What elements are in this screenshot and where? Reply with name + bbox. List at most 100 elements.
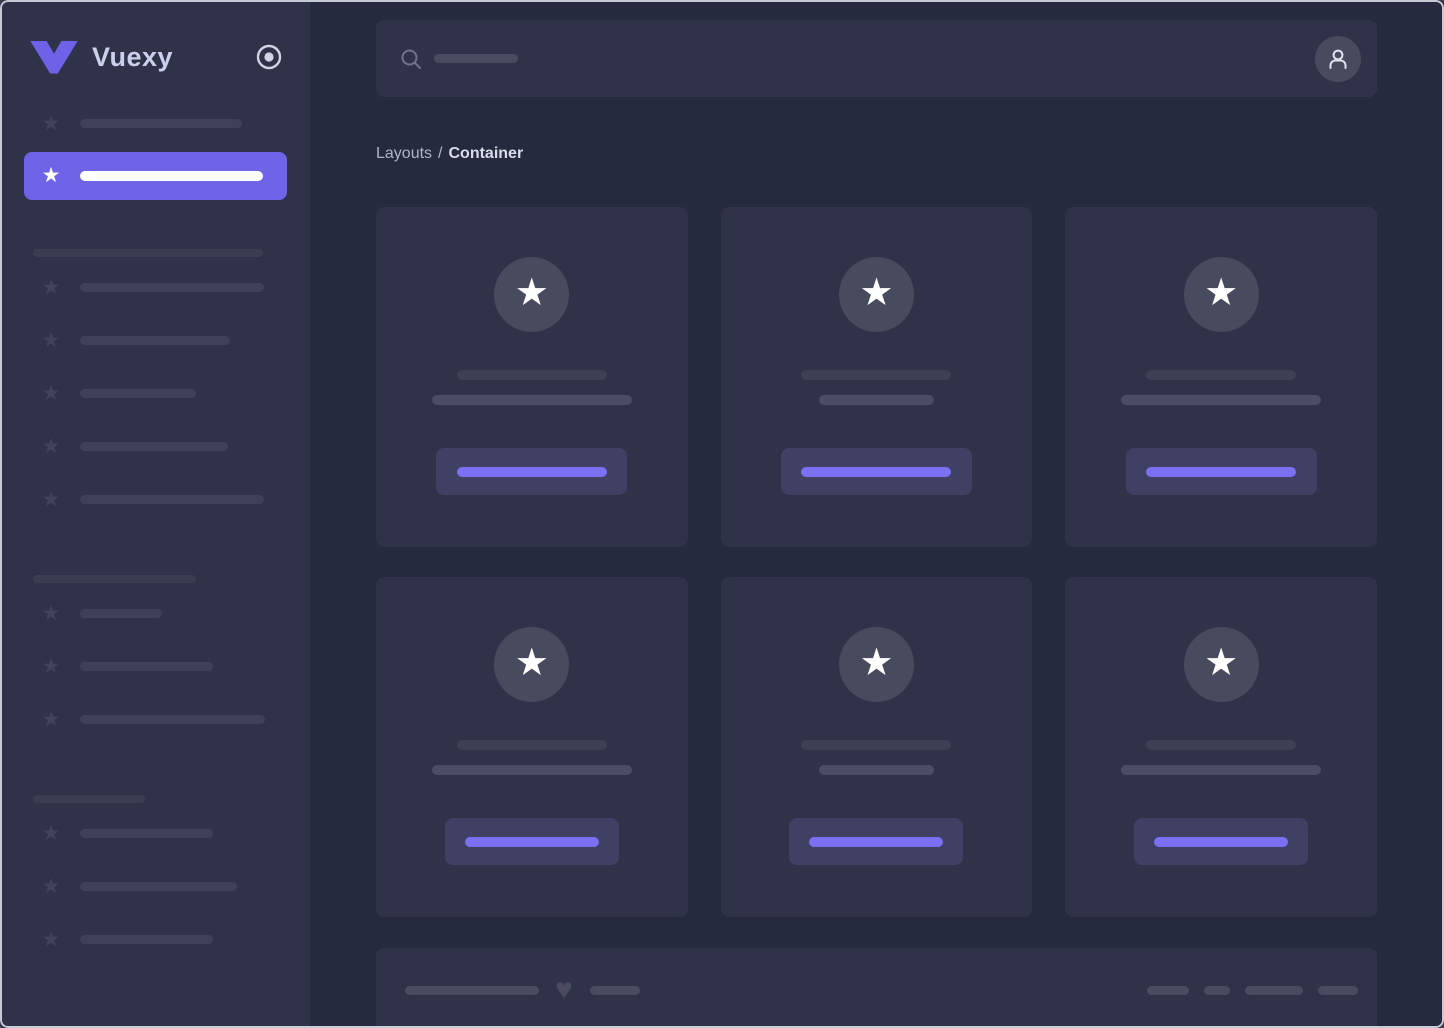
- breadcrumb-separator: /: [438, 145, 443, 162]
- card-title-placeholder: [1146, 370, 1297, 380]
- card-button[interactable]: [780, 448, 972, 495]
- menu-label-placeholder: [80, 935, 213, 944]
- footer-link-placeholder[interactable]: [1204, 985, 1230, 995]
- star-icon: ★: [41, 381, 61, 405]
- sidebar-header: Vuexy: [0, 0, 310, 97]
- sidebar-item[interactable]: ★: [0, 913, 310, 966]
- star-icon: ★: [41, 601, 61, 625]
- button-label-placeholder: [456, 466, 607, 477]
- card-subtitle-placeholder: [1121, 395, 1322, 405]
- card-title-placeholder: [801, 740, 952, 750]
- star-icon: ★: [41, 707, 61, 731]
- card-button[interactable]: [436, 448, 628, 495]
- vuexy-logo-icon: [30, 40, 78, 74]
- person-icon: [1329, 49, 1347, 69]
- card-grid: ★ ★ ★ ★ ★ ★: [376, 207, 1377, 917]
- card-button[interactable]: [1134, 818, 1309, 865]
- sidebar-nav: ★ ★ ★ ★ ★ ★ ★ ★ ★ ★ ★ ★ ★: [0, 97, 310, 966]
- star-icon: ★: [41, 821, 61, 845]
- placeholder-card: ★: [1065, 577, 1377, 917]
- card-button[interactable]: [789, 818, 964, 865]
- button-label-placeholder: [1154, 836, 1289, 847]
- menu-label-placeholder: [80, 662, 213, 671]
- sidebar-item[interactable]: ★: [0, 587, 310, 640]
- star-icon: ★: [41, 275, 61, 299]
- breadcrumb: Layouts / Container: [376, 145, 1377, 163]
- card-subtitle-placeholder: [431, 395, 632, 405]
- card-subtitle-placeholder: [1121, 765, 1322, 775]
- sidebar-item[interactable]: ★: [0, 314, 310, 367]
- menu-label-placeholder: [80, 336, 230, 345]
- star-icon: ★: [514, 272, 549, 314]
- sidebar-item-active[interactable]: ★: [24, 152, 287, 200]
- search-icon: [401, 49, 421, 69]
- menu-label-placeholder: [80, 283, 264, 292]
- sidebar-item[interactable]: ★: [0, 640, 310, 693]
- sidebar: Vuexy ★ ★ ★ ★ ★ ★ ★ ★ ★ ★ ★ ★ ★: [0, 0, 310, 1028]
- sidebar-item[interactable]: ★: [0, 807, 310, 860]
- card-avatar-circle: ★: [494, 627, 570, 702]
- card-button[interactable]: [444, 818, 619, 865]
- card-title-placeholder: [456, 740, 607, 750]
- menu-label-placeholder: [80, 171, 263, 181]
- star-icon: ★: [41, 654, 61, 678]
- footer-right-group: [1147, 978, 1358, 1002]
- menu-label-placeholder: [80, 829, 213, 838]
- search-placeholder-bar: [434, 54, 518, 63]
- footer-link-placeholder[interactable]: [1147, 985, 1189, 995]
- brand-title: Vuexy: [92, 41, 174, 72]
- star-icon: ★: [41, 111, 61, 135]
- card-title-placeholder: [801, 370, 952, 380]
- star-icon: ★: [859, 272, 894, 314]
- card-avatar-circle: ★: [494, 257, 570, 332]
- card-avatar-circle: ★: [838, 627, 914, 702]
- card-avatar-circle: ★: [1183, 257, 1259, 332]
- sidebar-item[interactable]: ★: [0, 473, 310, 526]
- sidebar-item[interactable]: ★: [0, 420, 310, 473]
- sidebar-item[interactable]: ★: [0, 97, 310, 150]
- breadcrumb-layouts[interactable]: Layouts: [376, 145, 432, 163]
- card-avatar-circle: ★: [1183, 627, 1259, 702]
- footer-card: ♥: [376, 948, 1377, 1028]
- search-input[interactable]: [376, 20, 1377, 97]
- placeholder-card: ★: [720, 207, 1033, 547]
- star-icon: ★: [41, 874, 61, 898]
- star-icon: ★: [514, 642, 549, 684]
- button-label-placeholder: [464, 836, 599, 847]
- card-subtitle-placeholder: [431, 765, 632, 775]
- footer-left-group: ♥: [405, 975, 640, 1005]
- menu-label-placeholder: [80, 609, 162, 618]
- card-subtitle-placeholder: [818, 395, 934, 405]
- card-button[interactable]: [1125, 448, 1317, 495]
- main-content: Layouts / Container ★ ★ ★ ★ ★ ★ ♥: [310, 0, 1444, 1028]
- star-icon: ★: [41, 927, 61, 951]
- star-icon: ★: [41, 434, 61, 458]
- menu-label-placeholder: [80, 715, 265, 724]
- star-icon: ★: [1204, 642, 1239, 684]
- star-icon: ★: [1204, 272, 1239, 314]
- sidebar-item[interactable]: ★: [0, 860, 310, 913]
- footer-text-placeholder: [589, 985, 640, 995]
- breadcrumb-current: Container: [448, 145, 524, 162]
- section-label-placeholder: [33, 575, 196, 583]
- star-icon: ★: [41, 328, 61, 352]
- placeholder-card: ★: [720, 577, 1033, 917]
- placeholder-card: ★: [376, 207, 688, 547]
- sidebar-item[interactable]: ★: [0, 367, 310, 420]
- menu-pin-toggle-icon[interactable]: [256, 44, 282, 70]
- button-label-placeholder: [809, 836, 944, 847]
- sidebar-item[interactable]: ★: [0, 693, 310, 746]
- footer-link-placeholder[interactable]: [1245, 985, 1303, 995]
- star-icon: ★: [41, 164, 61, 187]
- menu-label-placeholder: [80, 389, 196, 398]
- card-avatar-circle: ★: [838, 257, 914, 332]
- sidebar-item[interactable]: ★: [0, 261, 310, 314]
- menu-label-placeholder: [80, 495, 264, 504]
- section-label-placeholder: [33, 249, 263, 257]
- user-avatar-button[interactable]: [1315, 35, 1361, 82]
- section-label-placeholder: [33, 795, 145, 803]
- card-subtitle-placeholder: [818, 765, 934, 775]
- button-label-placeholder: [801, 466, 952, 477]
- footer-link-placeholder[interactable]: [1318, 985, 1358, 995]
- menu-label-placeholder: [80, 119, 242, 128]
